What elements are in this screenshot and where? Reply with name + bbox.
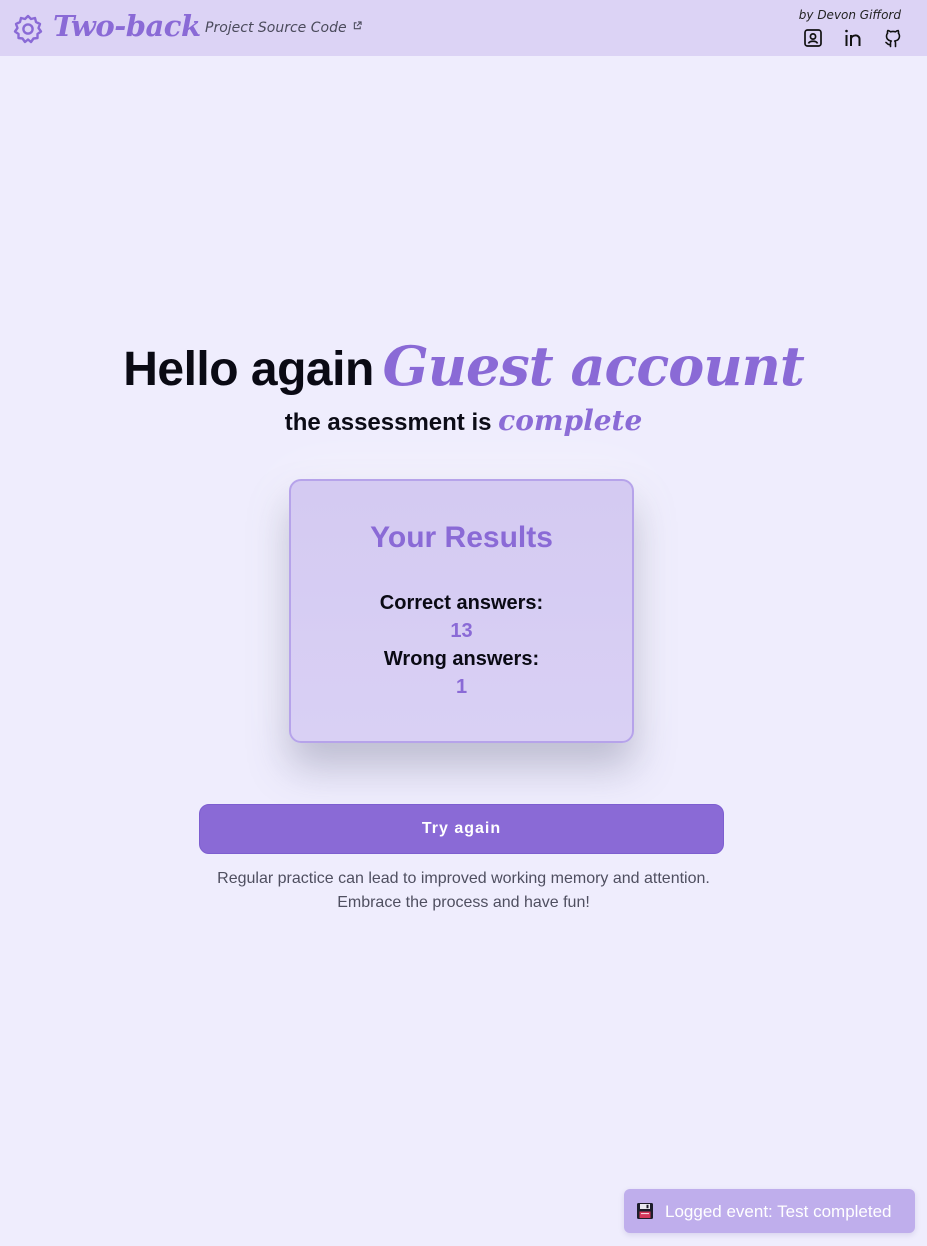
gear-flower-icon[interactable] <box>12 13 44 45</box>
toast-message: Logged event: Test completed <box>665 1202 892 1221</box>
username: Guest account <box>382 334 805 398</box>
external-link-icon <box>353 21 362 30</box>
try-again-button[interactable]: Try again <box>199 804 724 854</box>
results-title: Your Results <box>370 521 553 554</box>
project-source-link[interactable]: Project Source Code <box>205 20 362 36</box>
status-prefix: the assessment is <box>284 409 492 436</box>
greeting-text: Hello again <box>123 343 374 396</box>
correct-answers-value: 13 <box>450 620 473 642</box>
event-toast[interactable]: Logged event: Test completed <box>624 1189 915 1233</box>
wrong-answers-value: 1 <box>455 676 468 698</box>
contact-card-icon <box>804 29 822 47</box>
status-word: complete <box>498 404 643 437</box>
assessment-status: the assessment is complete <box>0 404 927 437</box>
tip-text: Embrace the process and have fun! <box>337 894 590 911</box>
author-byline: by Devon Gifford <box>798 8 901 22</box>
project-source-label: Project Source Code <box>205 20 347 36</box>
linkedin-icon <box>845 29 861 46</box>
tip-text: Regular practice can lead to improved wo… <box>217 870 710 887</box>
github-icon <box>885 29 901 48</box>
floppy-disk-icon <box>637 1203 653 1219</box>
greeting-heading: Hello again Guest account <box>0 334 927 398</box>
top-navbar: Two-back Project Source Code by Devon Gi… <box>0 0 927 56</box>
linkedin-link[interactable] <box>843 28 863 48</box>
correct-answers-label: Correct answers: <box>379 592 544 614</box>
contact-card-link[interactable] <box>803 28 823 48</box>
results-card: Your Results Correct answers: 13 Wrong a… <box>289 479 634 743</box>
github-link[interactable] <box>883 28 903 48</box>
brand-title[interactable]: Two-back <box>53 9 201 43</box>
wrong-answers-label: Wrong answers: <box>383 648 540 670</box>
